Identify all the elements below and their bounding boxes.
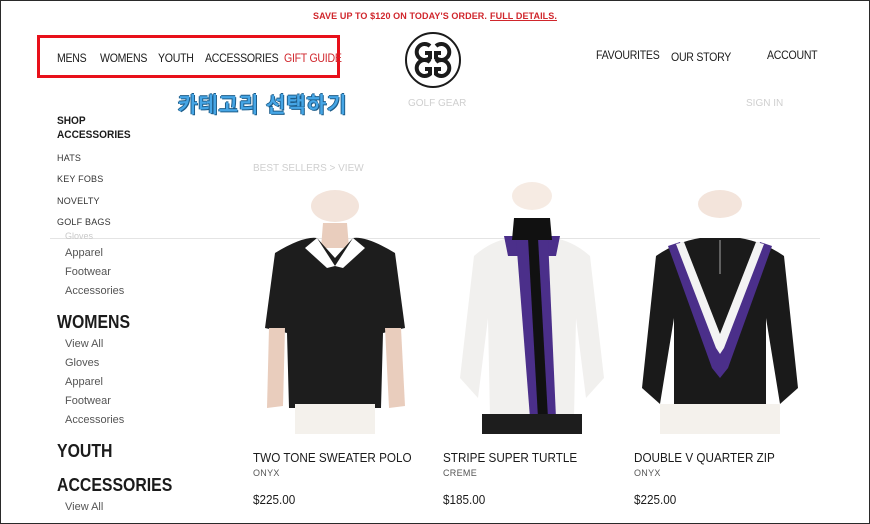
sidebar-heading-accessories[interactable]: ACCESSORIES [57, 475, 172, 496]
sidebar-womens-view-all[interactable]: View All [65, 338, 103, 350]
product-image-two-tone-polo[interactable] [255, 178, 415, 434]
product-image-stripe-super-turtle[interactable] [452, 178, 612, 434]
sidebar-womens-footwear[interactable]: Footwear [65, 395, 111, 407]
product-price: $185.00 [443, 492, 486, 507]
nav-our-story[interactable]: OUR STORY [671, 50, 731, 64]
nav-womens[interactable]: WOMENS [100, 51, 147, 65]
faded-breadcrumb: BEST SELLERS > VIEW [253, 163, 364, 174]
product-price: $225.00 [253, 492, 296, 507]
dropdown-title-line1: SHOP [57, 115, 86, 127]
product-image-double-v-quarter-zip[interactable] [640, 178, 800, 434]
sidebar-link-accessories[interactable]: Accessories [65, 285, 124, 297]
promo-banner: SAVE UP TO $120 ON TODAY'S ORDER. FULL DE… [0, 11, 870, 21]
sidebar-heading-youth[interactable]: YOUTH [57, 441, 112, 462]
nav-favourites[interactable]: FAVOURITES [596, 48, 660, 62]
faded-header-text: GOLF GEAR [408, 98, 467, 109]
sidebar-womens-accessories[interactable]: Accessories [65, 414, 124, 426]
promo-text: SAVE UP TO $120 ON TODAY'S ORDER. [313, 11, 488, 21]
brand-logo-icon[interactable] [405, 32, 461, 88]
nav-gift-guide[interactable]: GIFT GUIDE [284, 51, 342, 65]
dropdown-item-golf-bags[interactable]: GOLF BAGS [57, 217, 111, 227]
faded-signin-text: SIGN IN [746, 98, 784, 109]
product-color: ONYX [634, 468, 661, 478]
sidebar-womens-gloves[interactable]: Gloves [65, 357, 99, 369]
product-price: $225.00 [634, 492, 677, 507]
sidebar-link-apparel[interactable]: Apparel [65, 247, 103, 259]
sidebar-link-footwear[interactable]: Footwear [65, 266, 111, 278]
dropdown-title-line2: ACCESSORIES [57, 129, 131, 141]
dropdown-title: SHOP ACCESSORIES [57, 114, 131, 142]
product-name[interactable]: DOUBLE V QUARTER ZIP [634, 450, 775, 465]
dropdown-item-hats[interactable]: HATS [57, 153, 81, 163]
dropdown-item-key-fobs[interactable]: KEY FOBS [57, 174, 103, 184]
product-name[interactable]: STRIPE SUPER TURTLE [443, 450, 577, 465]
sidebar-womens-apparel[interactable]: Apparel [65, 376, 103, 388]
nav-youth[interactable]: YOUTH [158, 51, 194, 65]
dropdown-item-novelty[interactable]: NOVELTY [57, 196, 100, 206]
nav-mens[interactable]: MENS [57, 51, 87, 65]
sidebar-accessories-view-all[interactable]: View All [65, 501, 103, 513]
product-name[interactable]: TWO TONE SWEATER POLO [253, 450, 412, 465]
annotation-label: 카테고리 선택하기 [178, 94, 348, 117]
nav-accessories[interactable]: ACCESSORIES [205, 51, 279, 65]
product-color: CREME [443, 468, 478, 478]
promo-details-link[interactable]: FULL DETAILS. [490, 11, 557, 21]
nav-account[interactable]: ACCOUNT [767, 48, 818, 62]
sidebar-link-partial: Gloves [65, 231, 94, 241]
product-color: ONYX [253, 468, 280, 478]
sidebar-heading-womens[interactable]: WOMENS [57, 312, 130, 333]
